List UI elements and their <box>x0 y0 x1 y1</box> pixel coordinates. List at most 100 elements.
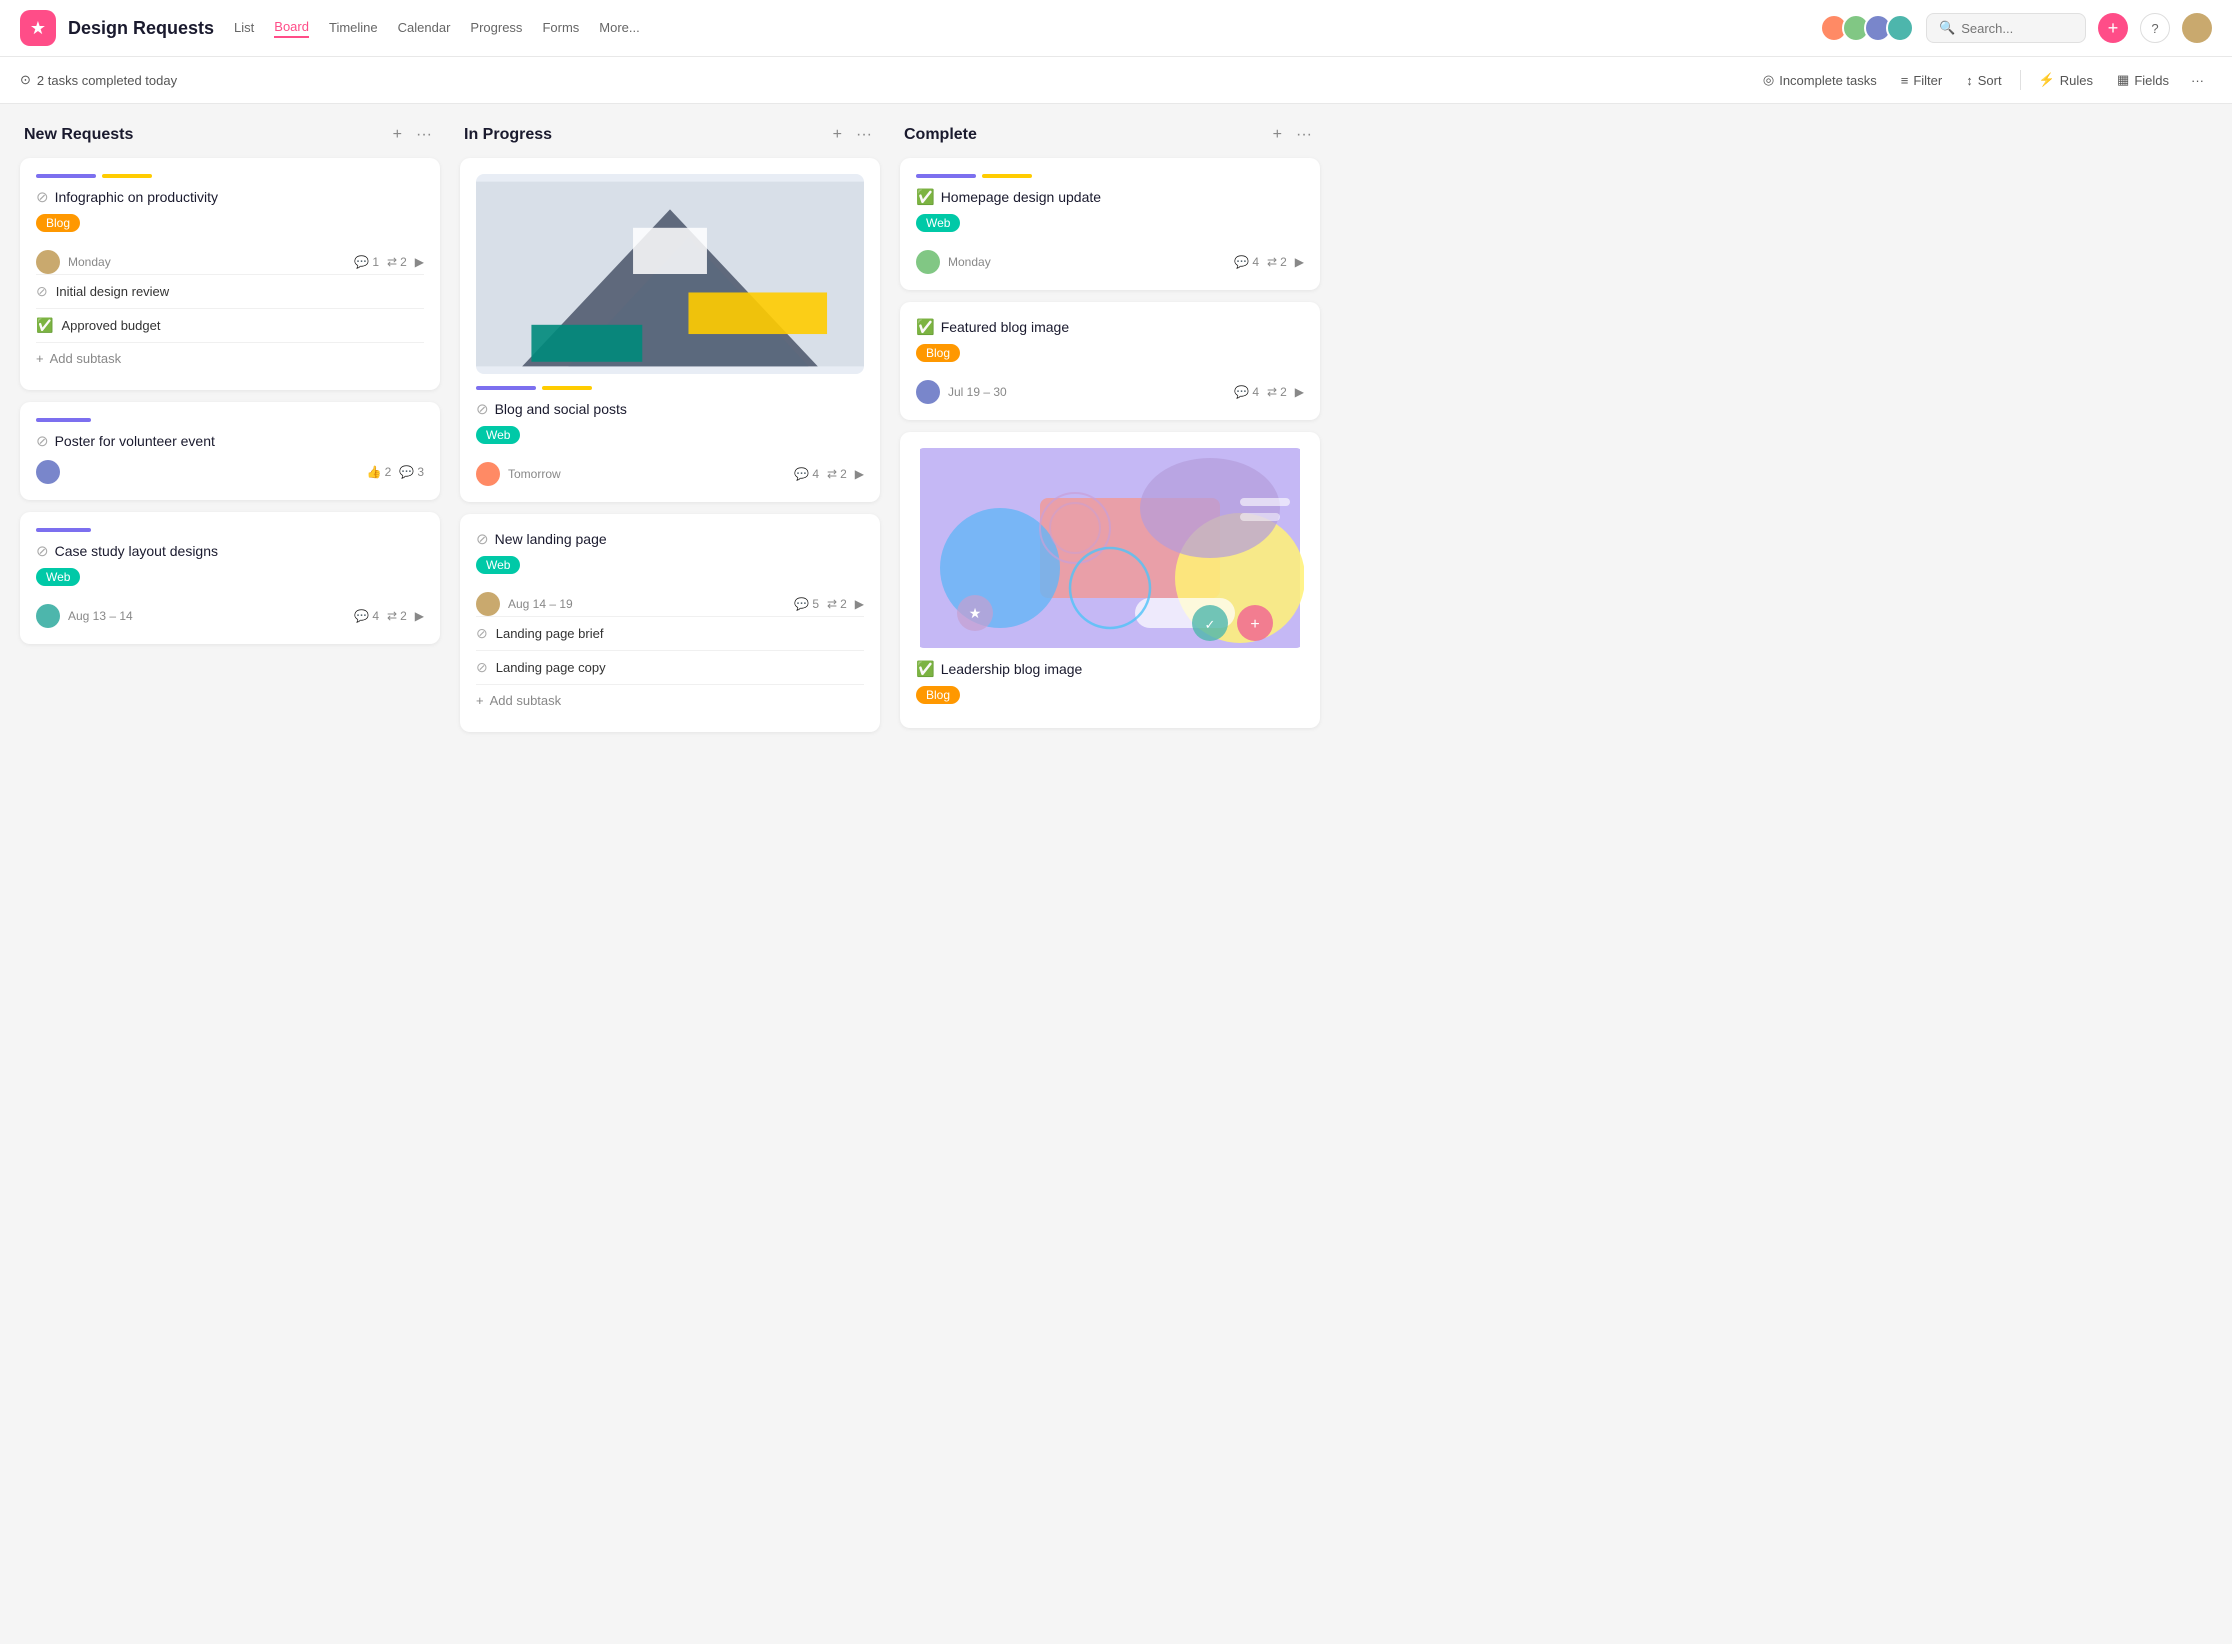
more-options-button[interactable]: ··· <box>2183 68 2212 93</box>
add-icon: + <box>476 693 484 708</box>
tag-blog[interactable]: Blog <box>916 686 960 704</box>
status-text: 2 tasks completed today <box>37 73 177 88</box>
expand-icon[interactable]: ▶ <box>855 597 864 611</box>
tag-web[interactable]: Web <box>36 568 80 586</box>
fields-icon: ▦ <box>2117 72 2129 88</box>
svg-text:+: + <box>1250 616 1259 633</box>
header-nav: List Board Timeline Calendar Progress Fo… <box>234 19 640 38</box>
card-footer: Aug 14 – 19 💬 5 ⇄ 2 ▶ <box>476 592 864 616</box>
filter-button[interactable]: ≡ Filter <box>1891 68 1952 93</box>
column-more-button[interactable]: ··· <box>412 124 436 146</box>
card-title: ✅ Featured blog image <box>916 318 1304 336</box>
branch-count: ⇄ 2 <box>387 609 407 623</box>
incomplete-tasks-button[interactable]: ◎ Incomplete tasks <box>1753 67 1887 93</box>
comment-count: 💬 3 <box>399 465 424 479</box>
sort-button[interactable]: ↕ Sort <box>1956 68 2011 93</box>
column-title-complete: Complete <box>904 126 1261 144</box>
nav-calendar[interactable]: Calendar <box>398 20 451 37</box>
tag-web[interactable]: Web <box>476 556 520 574</box>
add-subtask-button[interactable]: + Add subtask <box>476 684 864 716</box>
card-landing-page: ⊘ New landing page Web Aug 14 – 19 💬 5 ⇄… <box>460 514 880 732</box>
card-color-bars <box>476 386 864 390</box>
card-footer: Jul 19 – 30 💬 4 ⇄ 2 ▶ <box>916 380 1304 404</box>
expand-icon[interactable]: ▶ <box>855 467 864 481</box>
nav-timeline[interactable]: Timeline <box>329 20 378 37</box>
column-more-button[interactable]: ··· <box>1292 124 1316 146</box>
card-date: Monday <box>68 255 346 269</box>
nav-board[interactable]: Board <box>274 19 309 38</box>
task-icon: ⊘ <box>476 530 489 548</box>
nav-list[interactable]: List <box>234 20 254 37</box>
expand-icon[interactable]: ▶ <box>1295 385 1304 399</box>
card-color-bars <box>36 528 424 532</box>
card-infographic: ⊘ Infographic on productivity Blog Monda… <box>20 158 440 390</box>
task-icon: ⊘ <box>36 432 49 450</box>
card-meta: 💬 4 ⇄ 2 ▶ <box>1234 385 1304 399</box>
column-in-progress: In Progress + ··· <box>460 124 880 744</box>
column-header-new-requests: New Requests + ··· <box>20 124 440 158</box>
card-leadership-blog: ★ ✓ + ✅ Leadership blog image Blog <box>900 432 1320 728</box>
add-card-button[interactable]: + <box>829 124 846 146</box>
app-title: Design Requests <box>68 18 214 39</box>
nav-progress[interactable]: Progress <box>470 20 522 37</box>
card-meta: 💬 4 ⇄ 2 ▶ <box>1234 255 1304 269</box>
expand-icon[interactable]: ▶ <box>415 609 424 623</box>
rules-icon: ⚡ <box>2039 72 2055 88</box>
card-title: ⊘ Poster for volunteer event <box>36 432 424 450</box>
tag-blog[interactable]: Blog <box>36 214 80 232</box>
nav-more[interactable]: More... <box>599 20 639 37</box>
branch-count: ⇄ 2 <box>827 467 847 481</box>
column-header-in-progress: In Progress + ··· <box>460 124 880 158</box>
search-input[interactable] <box>1961 21 2073 36</box>
column-complete: Complete + ··· ✅ Homepage design update … <box>900 124 1320 740</box>
nav-forms[interactable]: Forms <box>542 20 579 37</box>
comment-count: 💬 5 <box>794 597 819 611</box>
app-header: ★ Design Requests List Board Timeline Ca… <box>0 0 2232 57</box>
tag-blog[interactable]: Blog <box>916 344 960 362</box>
app-logo: ★ <box>20 10 56 46</box>
avatar-group <box>1820 14 1914 42</box>
card-date: Aug 13 – 14 <box>68 609 346 623</box>
board: New Requests + ··· ⊘ Infographic on prod… <box>0 104 2232 1628</box>
column-header-complete: Complete + ··· <box>900 124 1320 158</box>
tag-web[interactable]: Web <box>916 214 960 232</box>
card-footer: Tomorrow 💬 4 ⇄ 2 ▶ <box>476 462 864 486</box>
search-box[interactable]: 🔍 <box>1926 13 2086 43</box>
add-subtask-button[interactable]: + Add subtask <box>36 342 424 374</box>
expand-icon[interactable]: ▶ <box>415 255 424 269</box>
column-more-button[interactable]: ··· <box>852 124 876 146</box>
add-button[interactable]: + <box>2098 13 2128 43</box>
card-avatar <box>36 250 60 274</box>
user-avatar[interactable] <box>2182 13 2212 43</box>
comment-count: 💬 4 <box>1234 385 1259 399</box>
rules-button[interactable]: ⚡ Rules <box>2029 67 2103 93</box>
card-color-bars <box>916 174 1304 178</box>
column-new-requests: New Requests + ··· ⊘ Infographic on prod… <box>20 124 440 656</box>
like-count: 👍 2 <box>367 465 392 479</box>
card-date: Tomorrow <box>508 467 786 481</box>
color-bar-purple <box>36 174 96 178</box>
add-card-button[interactable]: + <box>1269 124 1286 146</box>
card-footer: 👍 2 💬 3 <box>36 460 424 484</box>
fields-button[interactable]: ▦ Fields <box>2107 67 2179 93</box>
color-bar-purple <box>36 528 91 532</box>
branch-count: ⇄ 2 <box>827 597 847 611</box>
card-date: Aug 14 – 19 <box>508 597 786 611</box>
expand-icon[interactable]: ▶ <box>1295 255 1304 269</box>
comment-count: 💬 1 <box>354 255 379 269</box>
add-card-button[interactable]: + <box>389 124 406 146</box>
card-homepage: ✅ Homepage design update Web Monday 💬 4 … <box>900 158 1320 290</box>
help-button[interactable]: ? <box>2140 13 2170 43</box>
subtask-icon: ⊘ <box>476 659 488 676</box>
card-title: ⊘ Case study layout designs <box>36 542 424 560</box>
tag-web[interactable]: Web <box>476 426 520 444</box>
column-actions: + ··· <box>1269 124 1316 146</box>
card-avatar <box>916 380 940 404</box>
card-title: ⊘ New landing page <box>476 530 864 548</box>
subtask-icon: ⊘ <box>476 625 488 642</box>
svg-text:✓: ✓ <box>1205 617 1216 632</box>
card-avatar <box>36 604 60 628</box>
color-bar-yellow <box>982 174 1032 178</box>
subtask-landing-copy: ⊘ Landing page copy <box>476 650 864 684</box>
card-meta: 💬 4 ⇄ 2 ▶ <box>794 467 864 481</box>
